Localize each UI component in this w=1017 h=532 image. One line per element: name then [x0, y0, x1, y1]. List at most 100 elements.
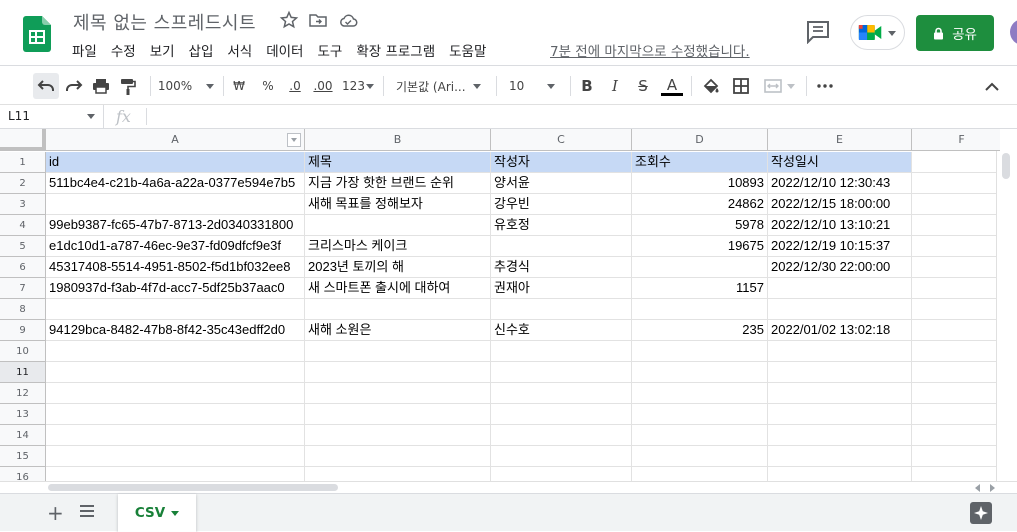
menu-file[interactable]: 파일 [72, 40, 97, 60]
table-cell[interactable] [305, 215, 491, 236]
table-cell[interactable]: 2022/12/10 12:30:43 [768, 173, 912, 194]
select-all-corner[interactable] [0, 129, 46, 151]
table-cell[interactable] [632, 341, 768, 362]
row-header-3[interactable]: 3 [0, 194, 46, 215]
table-cell[interactable] [632, 383, 768, 404]
move-folder-icon[interactable] [308, 10, 328, 30]
table-cell[interactable] [46, 425, 305, 446]
table-cell[interactable] [912, 257, 1000, 278]
table-cell[interactable] [491, 299, 632, 320]
row-header-5[interactable]: 5 [0, 236, 46, 257]
table-cell[interactable] [912, 467, 1000, 481]
table-cell[interactable] [912, 194, 1000, 215]
table-cell[interactable]: 99eb9387-fc65-47b7-8713-2d0340331800 [46, 215, 305, 236]
row-header-8[interactable]: 8 [0, 299, 46, 320]
table-cell[interactable] [632, 257, 768, 278]
borders-button[interactable] [730, 73, 752, 99]
filter-dropdown-icon[interactable] [287, 133, 301, 147]
table-cell[interactable] [491, 425, 632, 446]
table-cell[interactable] [491, 467, 632, 481]
table-cell[interactable] [912, 446, 1000, 467]
table-cell[interactable] [768, 278, 912, 299]
paint-format-button[interactable] [117, 73, 139, 99]
table-cell[interactable] [491, 446, 632, 467]
table-cell[interactable]: 2022/12/30 22:00:00 [768, 257, 912, 278]
text-color-button[interactable]: A [661, 73, 683, 99]
column-header-a[interactable]: A [46, 129, 305, 151]
menu-help[interactable]: 도움말 [449, 40, 486, 60]
fill-color-button[interactable] [700, 73, 722, 99]
more-formats-button[interactable]: 123 [340, 73, 376, 99]
table-cell[interactable] [305, 404, 491, 425]
decrease-decimal-button[interactable]: .0 [284, 73, 306, 99]
table-cell[interactable] [46, 404, 305, 425]
table-cell[interactable] [632, 467, 768, 481]
table-cell[interactable] [912, 320, 1000, 341]
row-header-2[interactable]: 2 [0, 173, 46, 194]
table-cell[interactable] [632, 404, 768, 425]
row-header-4[interactable]: 4 [0, 215, 46, 236]
column-header-d[interactable]: D [632, 129, 768, 151]
menu-tools[interactable]: 도구 [317, 40, 342, 60]
undo-button[interactable] [33, 73, 59, 99]
table-cell[interactable] [491, 236, 632, 257]
table-cell[interactable]: 1980937d-f3ab-4f7d-acc7-5df25b37aac0 [46, 278, 305, 299]
merge-cells-button[interactable] [760, 73, 798, 99]
row-header-15[interactable]: 15 [0, 446, 46, 467]
table-cell[interactable] [768, 404, 912, 425]
table-cell[interactable]: 94129bca-8482-47b8-8f42-35c43edff2d0 [46, 320, 305, 341]
table-cell[interactable] [768, 425, 912, 446]
table-cell[interactable] [46, 341, 305, 362]
explore-button[interactable] [970, 502, 992, 524]
table-cell[interactable]: 45317408-5514-4951-8502-f5d1bf032ee8 [46, 257, 305, 278]
table-cell[interactable] [912, 278, 1000, 299]
menu-format[interactable]: 서식 [227, 40, 252, 60]
table-cell[interactable]: 2022/12/19 10:15:37 [768, 236, 912, 257]
table-cell[interactable]: 새 스마트폰 출시에 대하여 [305, 278, 491, 299]
table-cell[interactable] [632, 299, 768, 320]
table-cell[interactable] [305, 299, 491, 320]
table-cell[interactable] [768, 341, 912, 362]
table-cell[interactable] [912, 404, 1000, 425]
table-cell[interactable]: 유호정 [491, 215, 632, 236]
table-cell[interactable] [912, 383, 1000, 404]
table-cell[interactable] [46, 467, 305, 481]
table-cell[interactable] [305, 425, 491, 446]
table-cell[interactable] [305, 383, 491, 404]
table-cell[interactable]: 511bc4e4-c21b-4a6a-a22a-0377e594e7b5 [46, 173, 305, 194]
table-cell[interactable] [491, 404, 632, 425]
collapse-menus-button[interactable] [982, 73, 1002, 99]
scroll-left-icon[interactable] [975, 484, 980, 492]
table-cell[interactable] [912, 425, 1000, 446]
last-edit-link[interactable]: 7분 전에 마지막으로 수정했습니다. [550, 40, 750, 60]
row-header-13[interactable]: 13 [0, 404, 46, 425]
table-cell[interactable]: 10893 [632, 173, 768, 194]
document-title[interactable]: 제목 없는 스프레드시트 [73, 9, 256, 35]
print-button[interactable] [90, 73, 112, 99]
table-cell[interactable] [912, 173, 1000, 194]
table-cell[interactable] [491, 383, 632, 404]
menu-data[interactable]: 데이터 [266, 40, 303, 60]
sheet-tab-csv[interactable]: CSV [118, 494, 196, 532]
table-cell[interactable]: 지금 가장 핫한 브랜드 순위 [305, 173, 491, 194]
row-header-7[interactable]: 7 [0, 278, 46, 299]
cloud-status-icon[interactable] [338, 10, 358, 30]
row-header-10[interactable]: 10 [0, 341, 46, 362]
all-sheets-list-icon[interactable] [80, 505, 94, 517]
star-icon[interactable] [279, 10, 299, 30]
table-cell[interactable] [305, 341, 491, 362]
bold-button[interactable]: B [577, 73, 597, 99]
font-size-select[interactable]: 10 [509, 73, 563, 99]
table-cell[interactable]: 2022/12/10 13:10:21 [768, 215, 912, 236]
table-header-cell[interactable]: 작성일시 [768, 152, 912, 173]
table-cell[interactable]: 19675 [632, 236, 768, 257]
add-sheet-icon[interactable]: + [47, 501, 64, 525]
menu-edit[interactable]: 수정 [111, 40, 136, 60]
table-cell[interactable]: 새해 목표를 정해보자 [305, 194, 491, 215]
table-header-cell[interactable]: 작성자 [491, 152, 632, 173]
table-cell[interactable] [46, 362, 305, 383]
menu-view[interactable]: 보기 [150, 40, 175, 60]
vertical-scrollbar-thumb[interactable] [1002, 153, 1010, 179]
table-cell[interactable]: 2022/12/15 18:00:00 [768, 194, 912, 215]
table-cell[interactable] [768, 467, 912, 481]
